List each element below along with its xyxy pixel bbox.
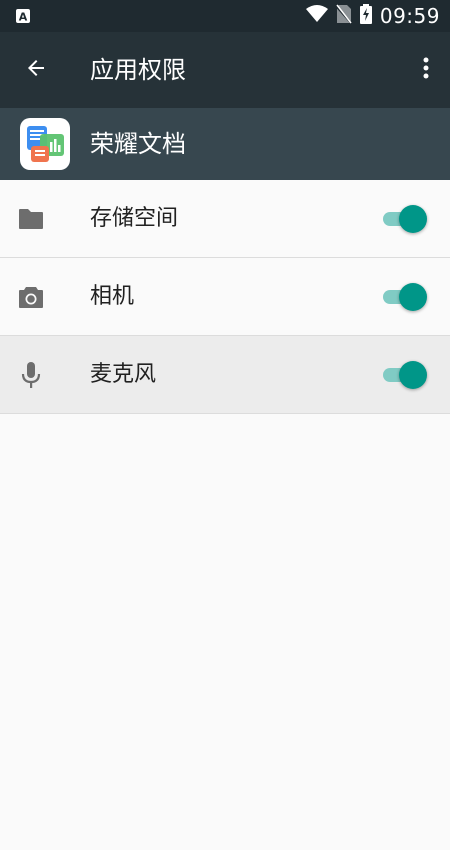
no-sim-icon [335,4,353,28]
permission-list: 存储空间 相机 麦克风 [0,180,450,414]
page-title: 应用权限 [90,56,186,84]
switch-thumb [399,361,427,389]
more-options-button[interactable] [414,52,438,88]
permission-item-camera[interactable]: 相机 [0,258,450,336]
app-bar: 应用权限 [0,32,450,108]
svg-text:A: A [19,11,28,24]
permission-item-microphone[interactable]: 麦克风 [0,336,450,414]
storage-toggle[interactable] [383,205,427,233]
app-header: 荣耀文档 [0,108,450,180]
switch-thumb [399,283,427,311]
microphone-icon [16,360,46,390]
accessibility-a-icon: A [16,9,30,23]
more-vert-icon [423,57,429,83]
battery-charging-icon [359,4,372,28]
permission-label: 相机 [90,284,135,309]
status-time: 09:59 [379,4,440,28]
microphone-toggle[interactable] [383,361,427,389]
switch-thumb [399,205,427,233]
folder-icon [16,204,46,234]
back-arrow-icon [24,56,48,84]
permission-label: 存储空间 [90,206,179,231]
camera-icon [16,282,46,312]
back-button[interactable] [16,50,56,90]
camera-toggle[interactable] [383,283,427,311]
honor-docs-app-icon [20,118,70,170]
permission-label: 麦克风 [90,362,157,387]
status-bar: A 09:59 [0,0,450,32]
app-name: 荣耀文档 [90,130,186,158]
wifi-icon [305,5,328,27]
status-icons: 09:59 [305,0,440,32]
permission-item-storage[interactable]: 存储空间 [0,180,450,258]
